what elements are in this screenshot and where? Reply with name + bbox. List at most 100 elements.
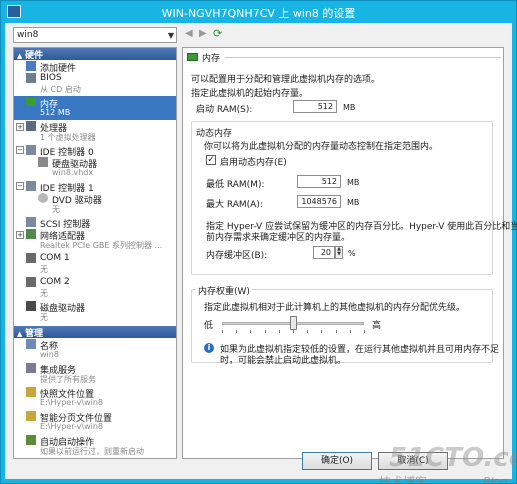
sidebar-item-auto-start[interactable]: 自动启动操作 如果以前运行过，则重新启动 xyxy=(14,434,176,458)
scsi-controller-icon xyxy=(26,217,36,227)
sidebar-item-com2[interactable]: COM 2 无 xyxy=(14,276,176,300)
startup-ram-input[interactable]: 512 xyxy=(293,100,337,113)
collapse-icon[interactable]: − xyxy=(16,146,24,154)
weight-info-line2: 时，可能会禁止启动此虚拟机。 xyxy=(220,356,347,366)
ok-button[interactable]: 确定(O) xyxy=(302,452,372,470)
slider-tick xyxy=(364,330,365,333)
hardware-section-header[interactable]: ▲ 硬件 xyxy=(14,48,176,61)
sidebar-item-dvd-drive[interactable]: DVD 驱动器 无 xyxy=(14,192,176,216)
weight-high-label: 高 xyxy=(372,321,382,331)
sidebar-item-name[interactable]: 名称 win8 xyxy=(14,338,176,362)
sidebar-item-hard-drive[interactable]: 硬盘驱动器 win8.vhdx xyxy=(14,156,176,180)
bios-chip-icon xyxy=(26,73,36,83)
minimum-ram-label: 最低 RAM(M): xyxy=(206,180,265,190)
collapse-icon: ▲ xyxy=(17,52,23,60)
sidebar-item-bios[interactable]: BIOS 从 CD 启动 xyxy=(14,72,176,96)
sidebar-item-ide-1[interactable]: − IDE 控制器 1 xyxy=(14,180,176,194)
sidebar-item-ide-0[interactable]: − IDE 控制器 0 xyxy=(14,144,176,158)
memory-weight-group: 内存权重(W) 指定此虚拟机相对于此计算机上的其他虚拟机的内存分配优先级。 低 … xyxy=(191,284,499,366)
collapse-icon[interactable]: − xyxy=(16,182,24,190)
sidebar-item-sub: 从 CD 启动 xyxy=(40,85,81,94)
dynamic-memory-title: 动态内存 xyxy=(196,129,233,139)
floppy-disk-icon xyxy=(26,301,36,311)
dialog-client: win8 ▼ ◀ ▶ ⟳ ▲ 硬件 添加硬件 BIOS 从 CD 启动 内存 5… xyxy=(5,23,517,484)
chevron-down-icon: ▼ xyxy=(167,31,174,40)
name-icon xyxy=(26,339,36,349)
management-section-header[interactable]: ▲ 管理 xyxy=(14,326,176,339)
folder-icon xyxy=(26,411,36,421)
panel-title: 内存 xyxy=(202,54,221,64)
sidebar-item-floppy[interactable]: 磁盘驱动器 无 xyxy=(14,300,176,324)
sidebar-item-memory[interactable]: 内存 512 MB xyxy=(14,96,176,120)
back-arrow-icon[interactable]: ◀ xyxy=(185,28,193,39)
enable-dynamic-memory-checkbox[interactable]: ✓ xyxy=(206,155,216,165)
maximum-ram-unit: MB xyxy=(347,198,360,207)
sidebar-item-sub: E:\Hyper-v\win8 xyxy=(40,422,103,431)
sidebar-item-sub: 无 xyxy=(52,205,60,214)
dynamic-memory-description: 你可以将为此虚拟机分配的内存量动态控制在指定范围内。 xyxy=(204,142,439,152)
sidebar-item-label: COM 1 xyxy=(40,253,70,263)
sidebar-item-sub: 提供了所有服务 xyxy=(40,375,96,384)
title-bar[interactable]: WIN-NGVH7QNH7CV 上 win8 的设置 xyxy=(1,1,516,23)
sidebar-item-sub: Realtek PCIe GBE 系列控制器 ... xyxy=(40,241,163,250)
minimum-ram-input[interactable]: 512 xyxy=(297,175,341,188)
sidebar-item-network-adapter[interactable]: + 网络适配器 Realtek PCIe GBE 系列控制器 ... xyxy=(14,228,176,252)
ide-controller-icon xyxy=(26,181,36,191)
sidebar-item-label: BIOS xyxy=(40,73,62,83)
sidebar-item-sub: win8.vhdx xyxy=(52,168,94,177)
sidebar-item-integration-services[interactable]: 集成服务 提供了所有服务 xyxy=(14,362,176,386)
minimum-ram-unit: MB xyxy=(347,178,360,187)
vm-selector-value: win8 xyxy=(17,30,39,40)
slider-tick xyxy=(250,330,252,333)
sidebar-item-com1[interactable]: COM 1 无 xyxy=(14,252,176,276)
slider-tick xyxy=(335,330,337,333)
sidebar-item-add-hardware[interactable]: 添加硬件 xyxy=(14,60,176,74)
slider-tick xyxy=(349,330,351,333)
collapse-icon: ▲ xyxy=(17,330,23,338)
sidebar-item-scsi[interactable]: SCSI 控制器 xyxy=(14,216,176,230)
memory-weight-title: 内存权重(W) xyxy=(196,284,252,297)
vm-selector[interactable]: win8 ▼ xyxy=(13,27,177,43)
memory-weight-slider[interactable] xyxy=(290,316,297,330)
memory-icon xyxy=(26,98,36,106)
sidebar-item-sub: E:\Hyper-v\win8 xyxy=(40,398,103,407)
settings-window: WIN-NGVH7QNH7CV 上 win8 的设置 win8 ▼ ◀ ▶ ⟳ … xyxy=(0,0,517,484)
maximum-ram-input[interactable]: 1048576 xyxy=(297,195,341,208)
header-divider xyxy=(225,57,501,58)
auto-start-icon xyxy=(26,435,36,445)
network-adapter-icon xyxy=(26,229,36,239)
memory-settings-panel: 内存 可以配置用于分配和管理此虚拟机内存的选项。 指定此虚拟机的起始内存量。 启… xyxy=(182,47,517,459)
expand-icon[interactable]: + xyxy=(16,123,24,131)
com-port-icon xyxy=(26,253,36,263)
memory-weight-description: 指定此虚拟机相对于此计算机上的其他虚拟机的内存分配优先级。 xyxy=(204,303,466,313)
window-title: WIN-NGVH7QNH7CV 上 win8 的设置 xyxy=(161,7,356,20)
expand-icon[interactable]: + xyxy=(16,231,24,239)
sidebar-item-snapshot-location[interactable]: 快照文件位置 E:\Hyper-v\win8 xyxy=(14,386,176,410)
folder-icon xyxy=(26,387,36,397)
watermark: 51CTO.com 技术博客 Blog xyxy=(375,443,517,484)
integration-services-icon xyxy=(26,363,36,373)
slider-tick xyxy=(307,330,309,333)
watermark-site: 51CTO.com xyxy=(389,443,517,473)
startup-ram-label: 启动 RAM(S): xyxy=(196,105,253,115)
sidebar-item-sub: 1 个虚拟处理器 xyxy=(40,133,96,142)
add-hardware-icon xyxy=(26,61,36,71)
sidebar-item-sub: 无 xyxy=(40,289,48,298)
sidebar-item-processor[interactable]: + 处理器 1 个虚拟处理器 xyxy=(14,120,176,144)
sidebar-item-sub: 无 xyxy=(40,265,48,274)
startup-ram-unit: MB xyxy=(343,103,356,112)
memory-icon xyxy=(187,53,198,61)
forward-arrow-icon[interactable]: ▶ xyxy=(199,28,207,39)
memory-buffer-label: 内存缓冲区(B): xyxy=(206,251,268,261)
sidebar-item-sub: 如果以前运行过，则重新启动 xyxy=(40,447,144,456)
com-port-icon xyxy=(26,277,36,287)
refresh-icon[interactable]: ⟳ xyxy=(213,27,222,40)
sidebar-item-paging-file-location[interactable]: 智能分页文件位置 E:\Hyper-v\win8 xyxy=(14,410,176,434)
memory-description: 可以配置用于分配和管理此虚拟机内存的选项。 xyxy=(191,75,381,85)
slider-tick xyxy=(321,330,323,333)
memory-buffer-spinner[interactable]: ▲ ▼ xyxy=(335,246,343,259)
slider-tick xyxy=(293,330,294,333)
slider-tick xyxy=(236,330,238,333)
memory-buffer-input[interactable]: 20 xyxy=(313,246,335,259)
panel-header: 内存 xyxy=(185,51,501,64)
